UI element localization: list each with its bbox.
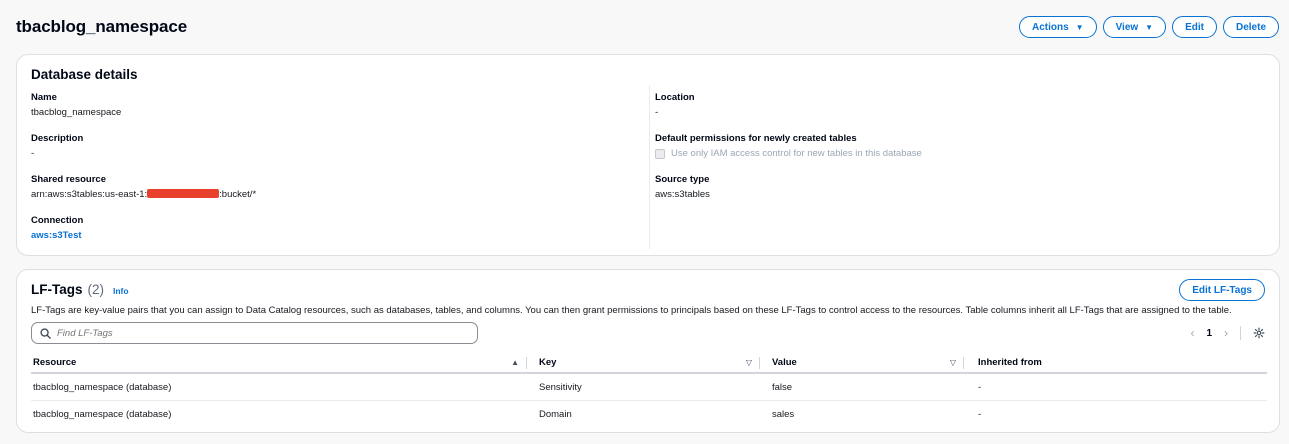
default-permissions-label: Default permissions for newly created ta… — [655, 133, 857, 144]
gear-icon[interactable] — [1253, 327, 1265, 339]
column-divider — [649, 85, 650, 249]
shared-resource-suffix: :bucket/* — [219, 189, 257, 200]
lf-tags-count: (2) — [87, 282, 105, 297]
cell-resource: tbacblog_namespace (database) — [33, 381, 172, 393]
database-details-card: Database details Name tbacblog_namespace… — [16, 54, 1280, 256]
lf-tags-search-input[interactable] — [57, 327, 457, 339]
cell-value: false — [772, 381, 793, 393]
column-header-resource[interactable]: Resource ▲ — [31, 352, 527, 372]
name-field: Name tbacblog_namespace — [31, 92, 121, 118]
actions-dropdown-button[interactable]: Actions ▼ — [1018, 16, 1097, 38]
caret-down-icon: ▼ — [1075, 22, 1084, 32]
source-type-label: Source type — [655, 174, 710, 185]
column-header-inherited-from: Inherited from — [978, 356, 1042, 368]
iam-access-checkbox-label: Use only IAM access control for new tabl… — [671, 148, 922, 159]
lf-tags-description: LF-Tags are key-value pairs that you can… — [31, 305, 1232, 316]
actions-label: Actions — [1031, 21, 1069, 33]
table-header: Resource ▲ Key ▽ Value ▽ Inherited from — [31, 352, 1267, 374]
lf-tags-card: LF-Tags (2) Info Edit LF-Tags LF-Tags ar… — [16, 269, 1280, 433]
sort-icon: ▽ — [949, 357, 956, 367]
table-row: tbacblog_namespace (database) Sensitivit… — [31, 374, 1267, 401]
shared-resource-field: Shared resource arn:aws:s3tables:us-east… — [31, 174, 256, 200]
name-label: Name — [31, 92, 57, 103]
info-link[interactable]: Info — [113, 286, 129, 296]
location-label: Location — [655, 92, 695, 103]
chevron-right-icon[interactable]: › — [1224, 326, 1228, 340]
source-type-field: Source type aws:s3tables — [655, 174, 710, 200]
page-number[interactable]: 1 — [1206, 328, 1212, 339]
location-value: - — [655, 107, 659, 118]
column-header-key[interactable]: Key ▽ — [527, 352, 760, 372]
lf-tags-title: LF-Tags — [31, 282, 83, 297]
sort-ascending-icon: ▲ — [511, 357, 519, 367]
caret-down-icon: ▼ — [1145, 22, 1154, 32]
page-header: tbacblog_namespace Actions ▼ View ▼ Edit… — [0, 0, 1289, 54]
table-row: tbacblog_namespace (database) Domain sal… — [31, 401, 1267, 428]
shared-resource-value: arn:aws:s3tables:us-east-1: :bucket/* — [31, 189, 256, 200]
shared-resource-prefix: arn:aws:s3tables:us-east-1: — [31, 189, 148, 200]
cell-key: Sensitivity — [539, 381, 582, 393]
pagination: ‹ 1 › — [1190, 326, 1265, 340]
search-icon — [40, 327, 51, 339]
pagination-divider — [1240, 326, 1241, 340]
cell-value: sales — [772, 409, 795, 420]
description-label: Description — [31, 133, 84, 144]
default-permissions-field: Default permissions for newly created ta… — [655, 133, 922, 159]
view-dropdown-button[interactable]: View ▼ — [1102, 16, 1167, 38]
description-field: Description - — [31, 133, 83, 159]
sort-icon: ▽ — [745, 357, 752, 367]
cell-resource: tbacblog_namespace (database) — [33, 409, 172, 420]
header-actions: Actions ▼ View ▼ Edit Delete — [1018, 16, 1279, 38]
redaction-mark — [147, 189, 220, 198]
connection-field: Connection aws:s3Test — [31, 215, 83, 241]
lf-tags-search[interactable] — [31, 322, 478, 344]
database-details-title: Database details — [31, 67, 138, 82]
iam-access-checkbox — [655, 148, 665, 159]
edit-button[interactable]: Edit — [1172, 16, 1217, 38]
iam-access-checkbox-row: Use only IAM access control for new tabl… — [655, 148, 922, 159]
source-type-value: aws:s3tables — [655, 189, 710, 200]
chevron-left-icon[interactable]: ‹ — [1190, 326, 1194, 340]
cell-key: Domain — [539, 409, 572, 420]
lf-tags-header: LF-Tags (2) Info — [31, 282, 129, 297]
delete-button[interactable]: Delete — [1222, 16, 1279, 38]
connection-label: Connection — [31, 215, 84, 226]
description-value: - — [31, 148, 35, 159]
location-field: Location - — [655, 92, 695, 118]
name-value: tbacblog_namespace — [31, 107, 122, 118]
cell-inherited-from: - — [978, 409, 982, 420]
edit-lf-tags-button[interactable]: Edit LF-Tags — [1179, 279, 1265, 301]
column-header-value[interactable]: Value ▽ — [760, 352, 964, 372]
view-label: View — [1115, 21, 1139, 33]
lf-tags-table: Resource ▲ Key ▽ Value ▽ Inherited from … — [31, 352, 1267, 428]
cell-inherited-from: - — [978, 381, 982, 393]
shared-resource-label: Shared resource — [31, 174, 106, 185]
page-title: tbacblog_namespace — [16, 17, 188, 36]
connection-link[interactable]: aws:s3Test — [31, 230, 83, 241]
